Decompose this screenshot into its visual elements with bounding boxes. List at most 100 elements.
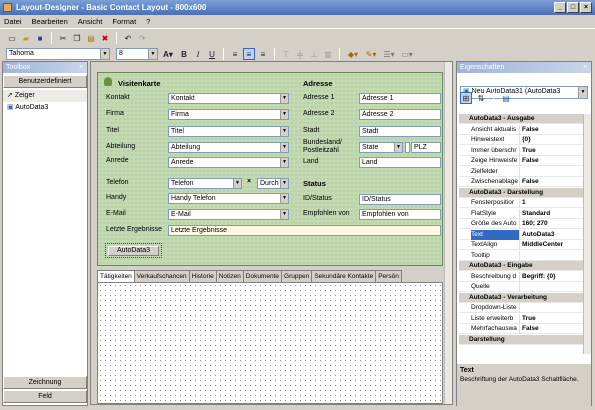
menu-ansicht[interactable]: Ansicht	[78, 17, 103, 26]
property-row[interactable]: Zielfelder	[459, 166, 585, 177]
property-row[interactable]: Fensterpositior 1	[459, 198, 585, 208]
property-category[interactable]: AutoData3 - Darstellung	[459, 187, 585, 198]
align-bottom-icon[interactable]: ⊥	[308, 48, 320, 60]
toolbox-item-autodata[interactable]: ▣ AutoData3	[3, 102, 87, 114]
property-category[interactable]: AutoData3 - Ausgabe	[459, 114, 585, 124]
email-field[interactable]: E-Mail ▼	[168, 209, 289, 220]
toolbar-separator	[274, 48, 275, 60]
bundesland-field[interactable]: State ▼	[359, 142, 403, 153]
handy-field[interactable]: Handy Telefon ▼	[168, 193, 289, 204]
toolbox-item-pointer[interactable]: ➚ Zeiger	[3, 90, 87, 102]
distribute-icon[interactable]: ▥	[322, 48, 334, 60]
menu-bearbeiten[interactable]: Bearbeiten	[32, 17, 68, 26]
redo-icon[interactable]: ↷	[136, 32, 148, 44]
line-color-icon[interactable]: ✎▾	[363, 48, 379, 60]
italic-icon[interactable]: I	[192, 48, 204, 60]
fill-color-icon[interactable]: ◆▾	[345, 48, 361, 60]
adresse1-field[interactable]: Adresse 1	[359, 93, 441, 104]
property-row[interactable]: Quelle	[459, 282, 585, 292]
align-center-icon[interactable]: ≡	[243, 48, 255, 60]
border-style-icon[interactable]: ▭▾	[399, 48, 415, 60]
menu-datei[interactable]: Datei	[4, 17, 22, 26]
property-row[interactable]: Tooltip	[459, 250, 585, 261]
property-row[interactable]: Immer überschr True	[459, 145, 585, 156]
property-pages-icon[interactable]: ▤	[500, 92, 512, 104]
undo-icon[interactable]: ↶	[122, 32, 134, 44]
kontakt-field[interactable]: Kontakt ▼	[168, 93, 289, 104]
abteilung-field[interactable]: Abteilung ▼	[168, 142, 289, 153]
stadt-field[interactable]: Stadt	[359, 126, 441, 137]
firma-field[interactable]: Firma ▼	[168, 109, 289, 120]
close-button[interactable]: ×	[580, 2, 592, 13]
property-row[interactable]: Beschreibung d Begriff: {0}	[459, 271, 585, 282]
property-row[interactable]: Dropdown-Liste	[459, 303, 585, 313]
font-color-icon[interactable]: A▾	[160, 48, 176, 60]
font-select[interactable]: Tahoma ▼	[6, 48, 110, 60]
tab-sekundaere-kontakte[interactable]: Sekundäre Kontakte	[311, 270, 377, 282]
property-row[interactable]: FlatStyle Standard	[459, 208, 585, 219]
save-icon[interactable]: ■	[34, 32, 46, 44]
property-row[interactable]: Zwischenablage False	[459, 177, 585, 187]
property-row[interactable]: Hinweistext {0}	[459, 135, 585, 145]
adresse2-field[interactable]: Adresse 2	[359, 109, 441, 120]
property-scrollbar[interactable]	[583, 114, 591, 354]
close-icon[interactable]: ×	[583, 62, 587, 73]
toolbox-tab-zeichnung[interactable]: Zeichnung	[3, 376, 87, 389]
bold-icon[interactable]: B	[178, 48, 190, 60]
menu-format[interactable]: Format	[112, 17, 136, 26]
maximize-button[interactable]: □	[567, 2, 579, 13]
align-middle-icon[interactable]: ╪	[294, 48, 306, 60]
durchwahl-field[interactable]: Durch ▼	[257, 178, 289, 189]
property-name: Größe des Auto	[471, 219, 520, 229]
tab-notizen[interactable]: Notizen	[215, 270, 244, 282]
copy-icon[interactable]: ❐	[71, 32, 83, 44]
last-results-field[interactable]: Letzte Ergebnisse	[168, 225, 441, 236]
new-icon[interactable]: ▭	[6, 32, 18, 44]
land-field[interactable]: Land	[359, 157, 441, 168]
tab-gruppen[interactable]: Gruppen	[281, 270, 313, 282]
property-row[interactable]: TextAlign MiddleCenter	[459, 240, 585, 250]
categorized-icon[interactable]: ⊞	[460, 92, 472, 104]
tab-historie[interactable]: Historie	[188, 270, 217, 282]
paste-icon[interactable]: ▤	[85, 32, 97, 44]
font-size-select[interactable]: 8 ▼	[116, 48, 158, 60]
anrede-field[interactable]: Anrede ▼	[168, 157, 289, 168]
menu-help[interactable]: ?	[146, 17, 150, 26]
property-row[interactable]: Liste erweiterb True	[459, 313, 585, 324]
tab-persoenlich[interactable]: Persön	[375, 270, 402, 282]
property-name: Dropdown-Liste	[471, 303, 520, 313]
underline-icon[interactable]: U	[206, 48, 218, 60]
plz-field[interactable]: PLZ	[411, 142, 441, 153]
close-icon[interactable]: ×	[79, 62, 83, 73]
property-row[interactable]: Zeige Hinweisfe False	[459, 156, 585, 166]
property-row[interactable]: Mehrfachauswa False	[459, 324, 585, 334]
delete-icon[interactable]: ✖	[99, 32, 111, 44]
cut-icon[interactable]: ✂	[57, 32, 69, 44]
titel-field[interactable]: Titel ▼	[168, 126, 289, 137]
telefon-field[interactable]: Telefon ▼	[168, 178, 242, 189]
property-category[interactable]: Darstellung	[459, 334, 585, 345]
tab-dokumente[interactable]: Dokumente	[242, 270, 283, 282]
phone-clear-icon[interactable]: ×	[247, 178, 251, 185]
line-style-icon[interactable]: ☰▾	[381, 48, 397, 60]
autodata3-button[interactable]: AutoData3	[108, 246, 159, 256]
empfohlen-field[interactable]: Empfohlen von	[359, 209, 441, 220]
align-top-icon[interactable]: ⊤	[280, 48, 292, 60]
toolbox-category-button[interactable]: Benutzerdefiniert	[3, 75, 87, 88]
font-size: 8	[119, 50, 123, 57]
vertical-scrollbar[interactable]	[444, 62, 452, 404]
property-category[interactable]: AutoData3 - Eingabe	[459, 261, 585, 271]
minimize-button[interactable]: _	[554, 2, 566, 13]
property-row[interactable]: Ansicht aktualis False	[459, 124, 585, 135]
alphabetical-icon[interactable]: ⇅	[475, 92, 487, 104]
align-left-icon[interactable]: ≡	[229, 48, 241, 60]
tab-verkaufschancen[interactable]: Verkaufschancen	[133, 270, 190, 282]
plz-checkbox[interactable]	[405, 142, 410, 153]
property-category[interactable]: AutoData3 - Verarbeitung	[459, 292, 585, 303]
property-row[interactable]: Text AutoData3	[459, 229, 585, 240]
open-icon[interactable]: ▰	[20, 32, 32, 44]
toolbox-tab-feld[interactable]: Feld	[3, 390, 87, 403]
id-status-field[interactable]: ID/Status	[359, 194, 441, 205]
property-row[interactable]: Größe des Auto 160; 270	[459, 219, 585, 229]
align-right-icon[interactable]: ≡	[257, 48, 269, 60]
